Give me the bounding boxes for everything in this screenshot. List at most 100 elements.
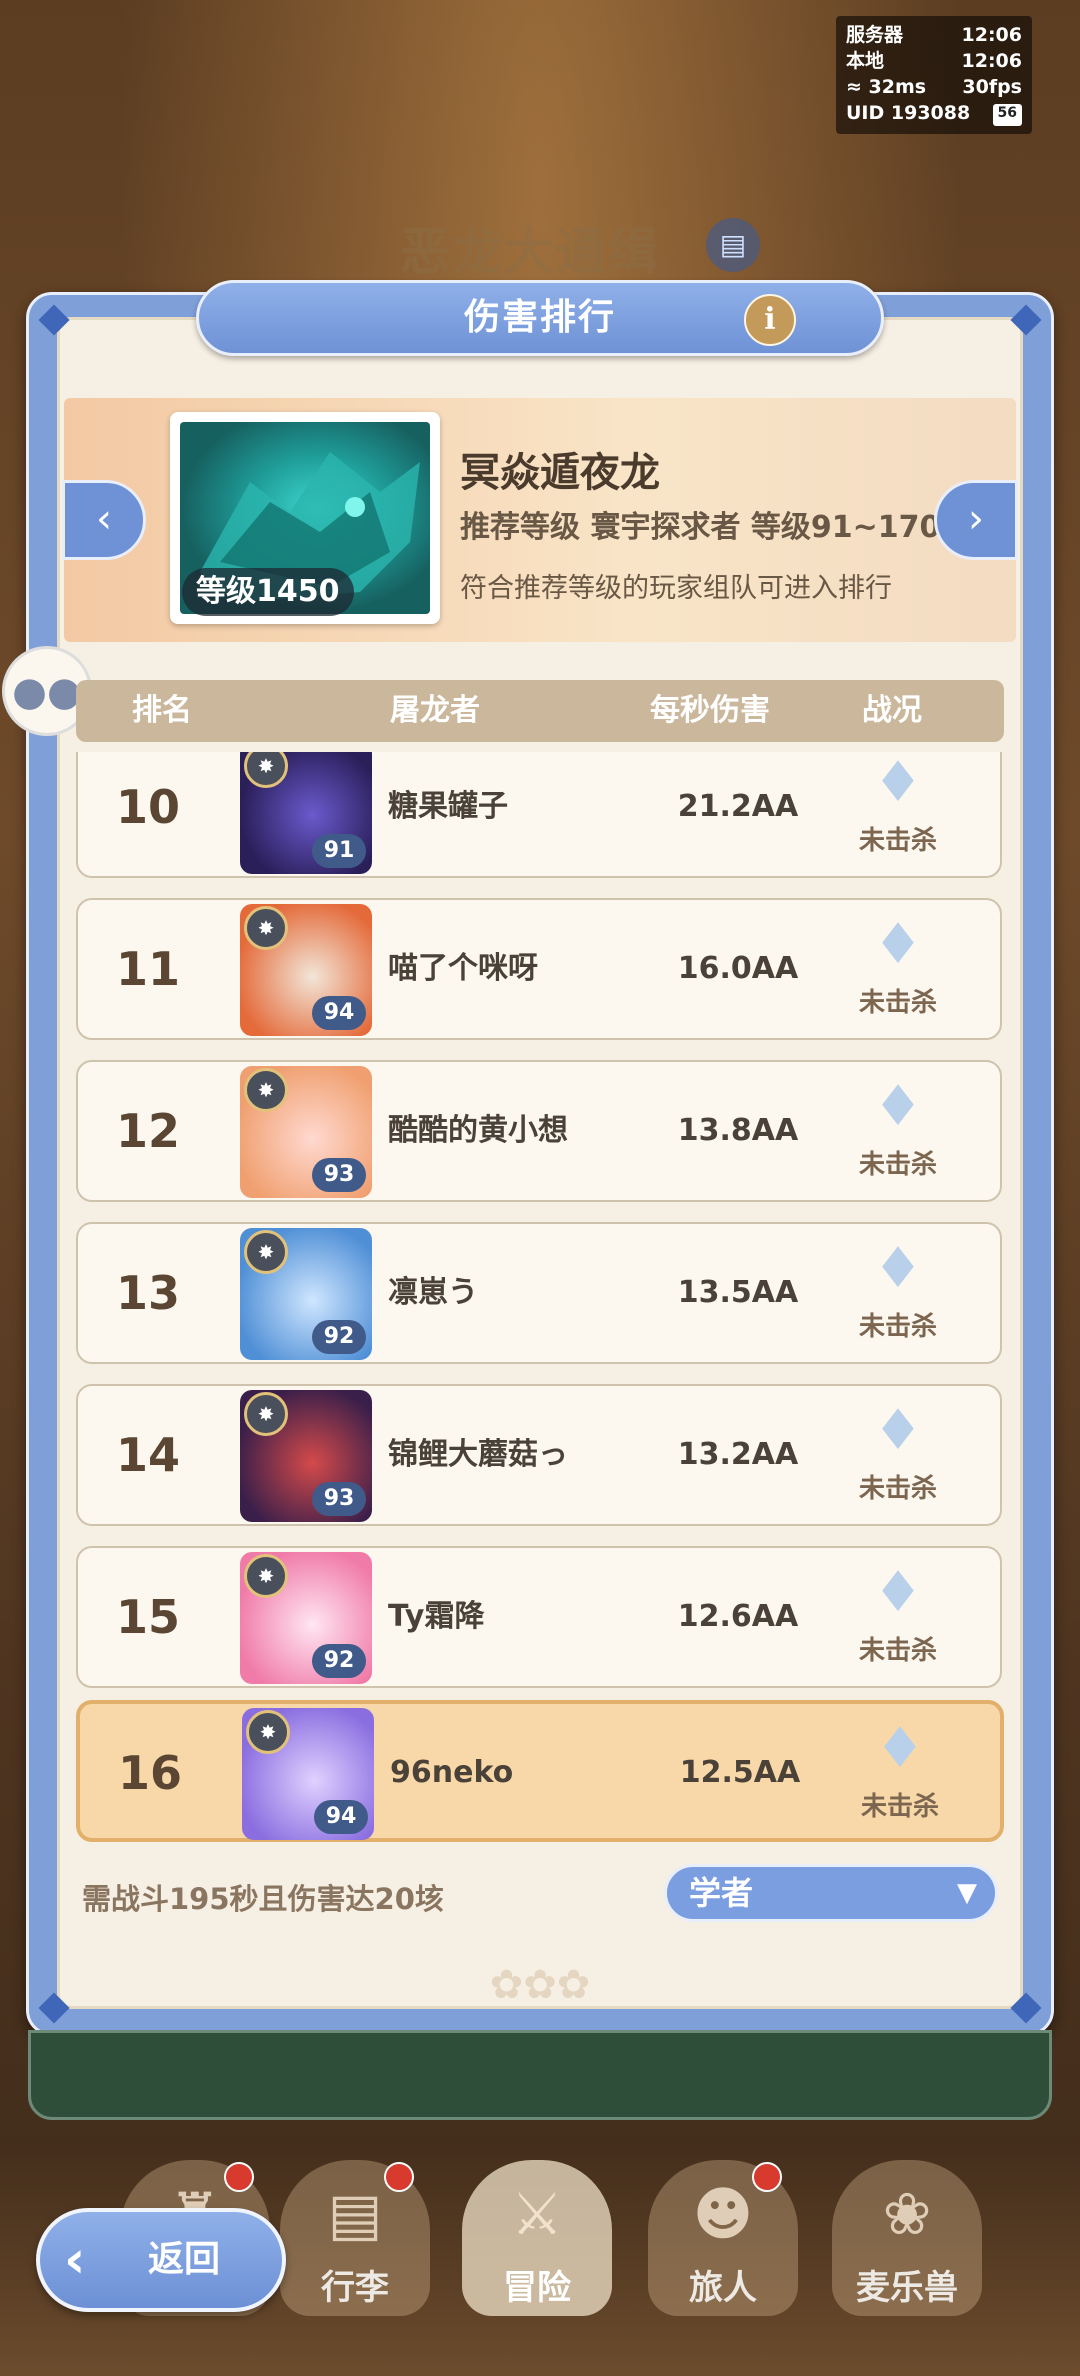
back-button[interactable]: ‹ 返回 xyxy=(36,2208,286,2312)
wifi-icon: ≈ xyxy=(846,76,862,98)
boss-recommendation: 推荐等级 寰宇探求者 等级91~170 xyxy=(460,510,941,545)
player-name: Ty霜降 xyxy=(388,1599,485,1634)
header-dps: 每秒伤害 xyxy=(650,693,770,728)
avatar[interactable]: ✸ 93 xyxy=(240,1390,372,1522)
row-rank: 13 xyxy=(115,1266,180,1320)
player-name: 喵了个咪呀 xyxy=(388,951,538,986)
header-slayer: 屠龙者 xyxy=(390,693,480,728)
dragon-head-icon: ♦ xyxy=(872,1236,924,1301)
avatar[interactable]: ✸ 94 xyxy=(242,1708,374,1840)
battery-indicator: 56 xyxy=(992,104,1022,126)
avatar[interactable]: ✸ 91 xyxy=(240,752,372,874)
notification-dot xyxy=(224,2162,254,2192)
book-icon[interactable]: ▤ xyxy=(706,218,760,272)
nav-item-pet[interactable]: ❀ 麦乐兽 xyxy=(832,2160,982,2316)
class-select-value: 学者 xyxy=(689,1874,754,1912)
nav-item-adventure[interactable]: ⚔ 冒险 xyxy=(462,2160,612,2316)
player-dps: 21.2AA xyxy=(677,789,799,824)
rank-badge-icon: ✸ xyxy=(244,1068,288,1112)
notification-dot xyxy=(384,2162,414,2192)
dragon-head-icon: ♦ xyxy=(872,752,924,815)
status-overlay: 服务器 12:06 本地 12:06 ≈ 32ms 30fps UID 193088 5… xyxy=(836,16,1032,134)
ranking-row[interactable]: 12 ✸ 93 酷酷的黄小想 13.8AA ♦ 未击杀 xyxy=(76,1060,1002,1202)
info-icon[interactable]: i xyxy=(744,294,796,346)
player-name: 96neko xyxy=(390,1755,514,1790)
boss-note: 符合推荐等级的玩家组队可进入排行 xyxy=(460,573,892,604)
event-title: 恶龙大通缉 xyxy=(400,223,660,281)
crown-ornament-icon: ✿✿✿ xyxy=(489,1962,591,2008)
requirement-note: 需战斗195秒且伤害达20垓 xyxy=(82,1882,444,1916)
row-rank: 12 xyxy=(115,1104,180,1158)
class-select[interactable]: 学者 ▼ xyxy=(664,1864,998,1922)
avatar[interactable]: ✸ 93 xyxy=(240,1066,372,1198)
boss-portrait: 等级1450 xyxy=(170,412,440,624)
battle-status: 未击杀 xyxy=(858,1312,937,1342)
rank-badge-icon: ✸ xyxy=(244,1230,288,1274)
ranking-row[interactable]: 10 ✸ 91 糖果罐子 21.2AA ♦ 未击杀 xyxy=(76,752,1002,878)
player-level: 94 xyxy=(312,996,366,1030)
player-dps: 12.5AA xyxy=(679,1755,801,1790)
fps-readout: 30fps xyxy=(962,76,1022,98)
player-dps: 16.0AA xyxy=(677,951,799,986)
battle-status: 未击杀 xyxy=(858,1150,937,1180)
back-label: 返回 xyxy=(148,2239,221,2280)
player-name: 酷酷的黄小想 xyxy=(388,1113,568,1148)
player-name: 凛崽う xyxy=(388,1275,478,1310)
ranking-row[interactable]: 13 ✸ 92 凛崽う 13.5AA ♦ 未击杀 xyxy=(76,1222,1002,1364)
ranking-row[interactable]: 14 ✸ 93 锦鲤大蘑菇っ 13.2AA ♦ 未击杀 xyxy=(76,1384,1002,1526)
player-level: 93 xyxy=(312,1158,366,1192)
player-dps: 13.8AA xyxy=(677,1113,799,1148)
server-label: 服务器 xyxy=(846,24,904,46)
ranking-table-header: 排名 屠龙者 每秒伤害 战况 xyxy=(76,680,1004,742)
player-level: 92 xyxy=(312,1320,366,1354)
boss-name: 冥焱遁夜龙 xyxy=(460,450,660,496)
row-rank: 15 xyxy=(115,1590,180,1644)
avatar[interactable]: ✸ 94 xyxy=(240,904,372,1036)
chest-icon: ▤ xyxy=(327,2180,383,2248)
row-rank: 10 xyxy=(115,780,180,834)
dragon-head-icon: ♦ xyxy=(872,1398,924,1463)
player-level: 93 xyxy=(312,1482,366,1516)
dragon-head-icon: ♦ xyxy=(872,912,924,977)
dragon-head-icon: ♦ xyxy=(874,1716,926,1781)
pet-icon: ❀ xyxy=(882,2180,932,2248)
next-boss-button[interactable]: › xyxy=(934,480,1018,560)
ranking-row[interactable]: 11 ✸ 94 喵了个咪呀 16.0AA ♦ 未击杀 xyxy=(76,898,1002,1040)
nav-label: 冒险 xyxy=(503,2268,571,2308)
player-level: 94 xyxy=(314,1800,368,1834)
nav-item-traveler[interactable]: ☻ 旅人 xyxy=(648,2160,798,2316)
rank-badge-icon: ✸ xyxy=(246,1710,290,1754)
battle-status: 未击杀 xyxy=(860,1792,939,1822)
previous-boss-button[interactable]: ‹ xyxy=(62,480,146,560)
header-rank: 排名 xyxy=(132,693,192,728)
rank-badge-icon: ✸ xyxy=(244,752,288,788)
notification-dot xyxy=(752,2162,782,2192)
chat-bubble-icon: ●● xyxy=(12,669,82,715)
battle-status: 未击杀 xyxy=(858,1636,937,1666)
dragon-head-icon: ♦ xyxy=(872,1074,924,1139)
self-ranking-row[interactable]: 16 ✸ 94 96neko 12.5AA ♦ 未击杀 xyxy=(76,1700,1004,1842)
avatar[interactable]: ✸ 92 xyxy=(240,1552,372,1684)
crossed-swords-icon: ⚔ xyxy=(511,2180,563,2248)
chevron-left-icon: ‹ xyxy=(96,496,112,542)
uid-readout: UID 193088 xyxy=(846,102,971,124)
nav-label: 麦乐兽 xyxy=(856,2268,958,2308)
local-label: 本地 xyxy=(846,50,885,72)
ranking-row[interactable]: 15 ✸ 92 Ty霜降 12.6AA ♦ 未击杀 xyxy=(76,1546,1002,1688)
player-name: 锦鲤大蘑菇っ xyxy=(388,1437,568,1472)
rank-badge-icon: ✸ xyxy=(244,1392,288,1436)
player-name: 糖果罐子 xyxy=(388,789,508,824)
server-time: 12:06 xyxy=(961,24,1022,46)
local-time: 12:06 xyxy=(961,50,1022,72)
ranking-list[interactable]: 10 ✸ 91 糖果罐子 21.2AA ♦ 未击杀 11 ✸ 94 喵了个咪呀 … xyxy=(76,752,1004,1694)
nav-label: 行李 xyxy=(321,2268,389,2308)
nav-item-luggage[interactable]: ▤ 行李 xyxy=(280,2160,430,2316)
traveler-icon: ☻ xyxy=(692,2180,754,2248)
player-level: 92 xyxy=(312,1644,366,1678)
avatar[interactable]: ✸ 92 xyxy=(240,1228,372,1360)
row-rank: 14 xyxy=(115,1428,180,1482)
row-rank: 16 xyxy=(117,1746,182,1800)
battle-status: 未击杀 xyxy=(858,988,937,1018)
battle-status: 未击杀 xyxy=(858,1474,937,1504)
player-level: 91 xyxy=(312,834,366,868)
